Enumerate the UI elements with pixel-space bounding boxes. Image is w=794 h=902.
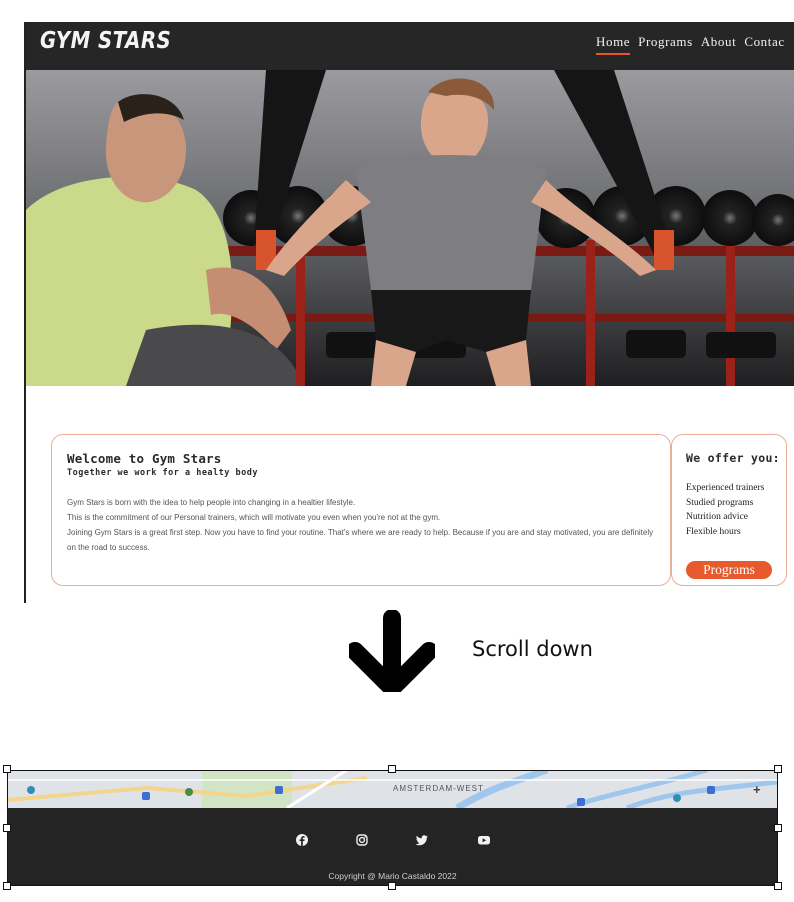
map-district-label: AMSTERDAM-WEST	[393, 784, 484, 793]
welcome-paragraph: This is the commitment of our Personal t…	[67, 513, 441, 522]
welcome-title: Welcome to Gym Stars	[67, 451, 222, 466]
nav-programs-link[interactable]: Programs	[638, 34, 693, 55]
welcome-paragraph: Joining Gym Stars is a great first step.…	[67, 528, 654, 552]
offer-item: Experienced trainers	[686, 483, 765, 493]
resize-handle[interactable]	[3, 824, 11, 832]
youtube-icon[interactable]	[476, 832, 492, 848]
website-screenshot-top: GYM STARS Home Programs About Contac Wel…	[24, 22, 794, 603]
resize-handle[interactable]	[388, 765, 396, 773]
offer-title: We offer you:	[686, 451, 780, 465]
welcome-card: Welcome to Gym Stars Together we work fo…	[51, 434, 671, 586]
embedded-map[interactable]: AMSTERDAM-WEST +	[7, 770, 778, 808]
nav-about-link[interactable]: About	[701, 34, 737, 55]
facebook-icon[interactable]	[294, 832, 310, 848]
offer-item: Studied programs	[686, 497, 754, 508]
website-screenshot-bottom: AMSTERDAM-WEST + Copyright @ Mario Casta…	[7, 770, 778, 886]
offer-list: Experienced trainers Studied programs Nu…	[686, 481, 764, 539]
map-zoom-in-button[interactable]: +	[753, 782, 761, 797]
resize-handle[interactable]	[774, 765, 782, 773]
twitter-icon[interactable]	[414, 832, 430, 848]
resize-handle[interactable]	[3, 765, 11, 773]
instagram-icon[interactable]	[354, 832, 370, 848]
top-navbar: GYM STARS Home Programs About Contac	[26, 22, 794, 70]
offer-item: Nutrition advice	[686, 512, 748, 522]
arrow-down-icon	[349, 610, 435, 692]
main-nav: Home Programs About Contac	[596, 34, 785, 55]
resize-handle[interactable]	[388, 882, 396, 890]
welcome-subtitle: Together we work for a healty body	[67, 468, 258, 478]
nav-home-link[interactable]: Home	[596, 34, 631, 55]
nav-contact-link[interactable]: Contac	[744, 34, 784, 55]
copyright-text: Copyright @ Mario Castaldo 2022	[328, 871, 457, 881]
scroll-down-hint: Scroll down	[472, 637, 593, 661]
site-logo[interactable]: GYM STARS	[40, 28, 171, 54]
resize-handle[interactable]	[774, 882, 782, 890]
welcome-paragraph: Gym Stars is born with the idea to help …	[67, 498, 356, 507]
resize-handle[interactable]	[3, 882, 11, 890]
programs-button[interactable]: Programs	[686, 561, 772, 579]
offer-item: Flexible hours	[686, 526, 741, 537]
hero-image	[26, 70, 794, 386]
welcome-body: Gym Stars is born with the idea to help …	[67, 495, 657, 555]
site-footer: Copyright @ Mario Castaldo 2022	[7, 808, 778, 886]
resize-handle[interactable]	[774, 824, 782, 832]
offer-card: We offer you: Experienced trainers Studi…	[671, 434, 787, 586]
